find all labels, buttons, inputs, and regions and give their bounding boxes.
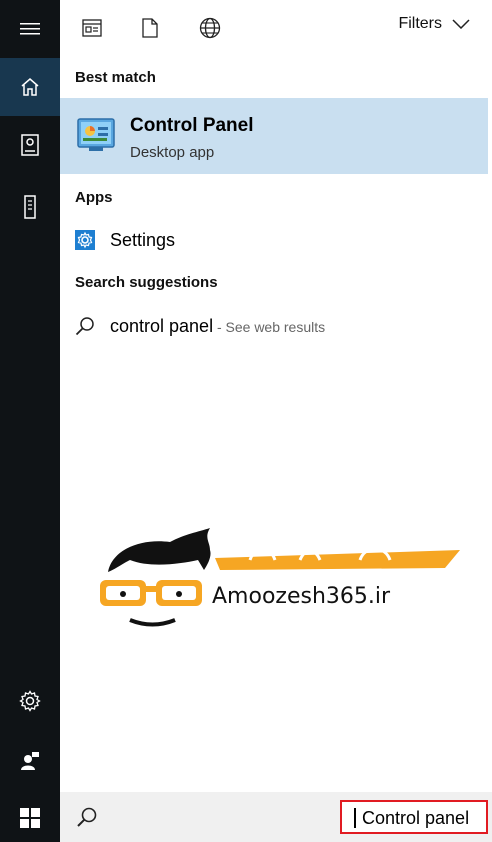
- filters-dropdown[interactable]: Filters: [398, 15, 470, 33]
- hamburger-menu-button[interactable]: [0, 0, 60, 58]
- documents-scope-button[interactable]: [136, 14, 164, 42]
- documents-button[interactable]: [0, 116, 60, 174]
- chevron-down-icon: [452, 19, 470, 29]
- notebook-icon: [21, 134, 39, 156]
- home-icon: [21, 78, 39, 96]
- settings-gear-icon: [75, 230, 95, 250]
- apps-heading: Apps: [75, 189, 113, 206]
- suggestion-item[interactable]: control panel - See web results: [60, 306, 488, 346]
- search-suggestions-heading: Search suggestions: [75, 274, 218, 291]
- search-input-value: Control panel: [362, 808, 470, 828]
- best-match-subtitle: Desktop app: [130, 144, 215, 161]
- hamburger-icon: [20, 23, 40, 35]
- search-scope-toolbar: Filters: [60, 0, 492, 56]
- tower-icon: [24, 195, 36, 219]
- watermark-text: Amoozesh365.ir: [212, 584, 391, 609]
- home-button[interactable]: [0, 58, 60, 116]
- user-button[interactable]: [0, 732, 60, 790]
- search-bar: Control panel: [60, 792, 492, 842]
- document-icon: [142, 18, 158, 38]
- best-match-heading: Best match: [75, 69, 156, 86]
- text-caret: [354, 808, 356, 828]
- globe-icon: [199, 17, 221, 39]
- settings-rail-button[interactable]: [0, 672, 60, 730]
- search-icon: [75, 317, 94, 336]
- filters-label: Filters: [398, 15, 442, 32]
- control-panel-icon: [77, 118, 115, 151]
- start-button[interactable]: [0, 789, 60, 842]
- apps-window-icon: [82, 19, 102, 37]
- best-match-item[interactable]: Control Panel Desktop app: [60, 98, 488, 174]
- suggestion-suffix: - See web results: [213, 319, 326, 335]
- suggestion-query: control panel: [110, 316, 214, 336]
- app-result-label: Settings: [110, 230, 176, 250]
- device-button[interactable]: [0, 178, 60, 236]
- apps-scope-button[interactable]: [78, 14, 106, 42]
- suggestion-text: control panel - See web results: [110, 316, 325, 337]
- app-result-settings[interactable]: Settings: [60, 220, 488, 260]
- search-bar-icon: [77, 807, 97, 827]
- web-scope-button[interactable]: [196, 14, 224, 42]
- best-match-title: Control Panel: [130, 115, 254, 136]
- gear-icon: [19, 690, 41, 712]
- search-input[interactable]: Control panel: [340, 800, 488, 834]
- left-rail: [0, 0, 60, 842]
- windows-logo-icon: [20, 808, 40, 828]
- amoozesh365-watermark-logo: [100, 528, 460, 627]
- user-feedback-icon: [21, 752, 39, 770]
